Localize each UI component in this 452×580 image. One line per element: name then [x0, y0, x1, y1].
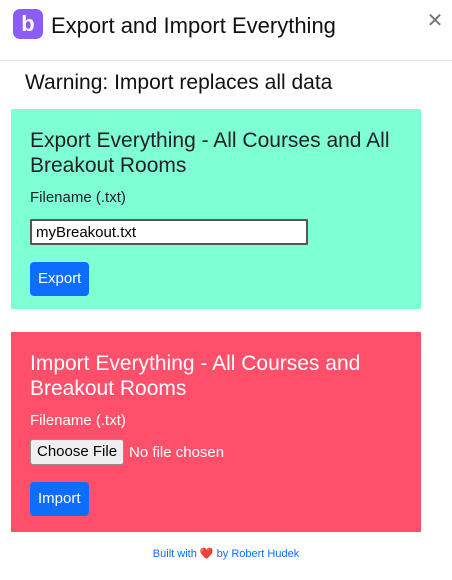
export-card: Export Everything - All Courses and All … [11, 109, 421, 309]
import-heading: Import Everything - All Courses and Brea… [30, 352, 361, 400]
footer: Built with ❤️ by Robert Hudek [0, 547, 452, 560]
choose-file-button[interactable]: Choose File [30, 439, 125, 465]
header: b Export and Import Everything ✕ [0, 0, 452, 61]
app-title: Export and Import Everything [51, 13, 336, 38]
b-logo-icon: b [13, 9, 43, 39]
export-filename-input[interactable] [30, 219, 308, 245]
close-icon[interactable]: ✕ [426, 11, 444, 31]
footer-author-link[interactable]: by Robert Hudek [217, 548, 300, 560]
footer-prefix: Built with [152, 548, 197, 560]
import-filename-label: Filename (.txt) [30, 412, 126, 429]
import-button[interactable]: Import [30, 482, 89, 516]
file-status: No file chosen [129, 443, 225, 461]
file-picker: Choose File No file chosen [30, 439, 402, 465]
export-heading: Export Everything - All Courses and All … [30, 129, 390, 177]
export-filename-label: Filename (.txt) [30, 189, 126, 206]
heart-icon: ❤️ [199, 548, 214, 560]
warning-heading: Warning: Import replaces all data [25, 71, 333, 94]
import-card: Import Everything - All Courses and Brea… [11, 332, 421, 532]
export-button[interactable]: Export [30, 262, 90, 296]
